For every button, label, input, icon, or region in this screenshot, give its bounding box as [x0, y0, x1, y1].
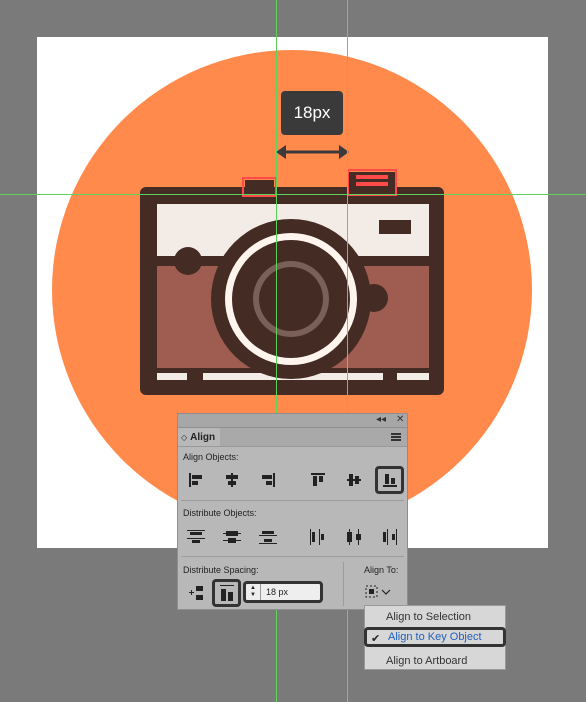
menu-item-align-to-artboard[interactable]: Align to Artboard: [365, 651, 505, 671]
menu-item-align-to-selection[interactable]: Align to Selection: [365, 607, 505, 627]
horizontal-distribute-left-icon[interactable]: [306, 526, 330, 548]
horizontal-distribute-right-icon[interactable]: [378, 526, 402, 548]
vertical-distribute-bottom-icon[interactable]: [256, 526, 280, 548]
vertical-distribute-center-icon[interactable]: [220, 526, 244, 548]
spacing-value-field[interactable]: ▲ ▼ 18 px: [243, 581, 323, 603]
distribute-spacing-label: Distribute Spacing:: [183, 565, 259, 575]
vertical-align-bottom-icon[interactable]: [375, 466, 404, 494]
menu-item-align-to-key-object[interactable]: ✔ Align to Key Object: [364, 627, 506, 647]
camera-viewfinder: [379, 220, 411, 234]
close-panel-icon[interactable]: ✕: [396, 414, 404, 426]
tab-expand-icon: ◇: [181, 432, 188, 442]
horizontal-distribute-space-icon[interactable]: [212, 579, 241, 607]
vertical-align-top-icon[interactable]: [306, 469, 330, 491]
align-to-menu: Align to Selection ✔ Align to Key Object…: [364, 605, 506, 670]
vertical-align-center-icon[interactable]: [342, 469, 366, 491]
panel-divider: [181, 500, 404, 501]
horizontal-align-center-icon[interactable]: [220, 469, 244, 491]
horizontal-guide[interactable]: [0, 194, 586, 195]
panel-titlebar[interactable]: ◂◂ ✕: [178, 414, 407, 428]
align-objects-label: Align Objects:: [183, 452, 239, 462]
spacing-stepper-icon[interactable]: ▲ ▼: [246, 584, 261, 600]
shutter-button-left: [245, 180, 274, 194]
align-to-dropdown[interactable]: [364, 582, 400, 604]
horizontal-distribute-center-icon[interactable]: [342, 526, 366, 548]
align-to-key-object-icon: [365, 585, 391, 598]
collapse-panel-icon[interactable]: ◂◂: [376, 414, 386, 426]
panel-divider: [181, 556, 404, 557]
measurement-value: 18px: [293, 103, 331, 122]
horizontal-align-left-icon[interactable]: [184, 469, 208, 491]
tab-align-label: Align: [190, 431, 216, 443]
menu-item-label: Align to Key Object: [388, 631, 482, 643]
tab-align[interactable]: ◇ Align: [178, 428, 220, 446]
measurement-tooltip: 18px: [281, 91, 343, 135]
horizontal-align-right-icon[interactable]: [256, 469, 280, 491]
left-knob: [174, 247, 202, 275]
align-to-label: Align To:: [364, 565, 399, 575]
distribute-objects-label: Distribute Objects:: [183, 508, 257, 518]
align-to-divider: [343, 562, 344, 606]
vertical-distribute-space-icon[interactable]: [184, 582, 208, 604]
panel-menu-icon[interactable]: [391, 433, 401, 441]
spacing-value: 18 px: [266, 587, 289, 597]
checkmark-icon: ✔: [371, 633, 381, 645]
vertical-distribute-top-icon[interactable]: [184, 526, 208, 548]
